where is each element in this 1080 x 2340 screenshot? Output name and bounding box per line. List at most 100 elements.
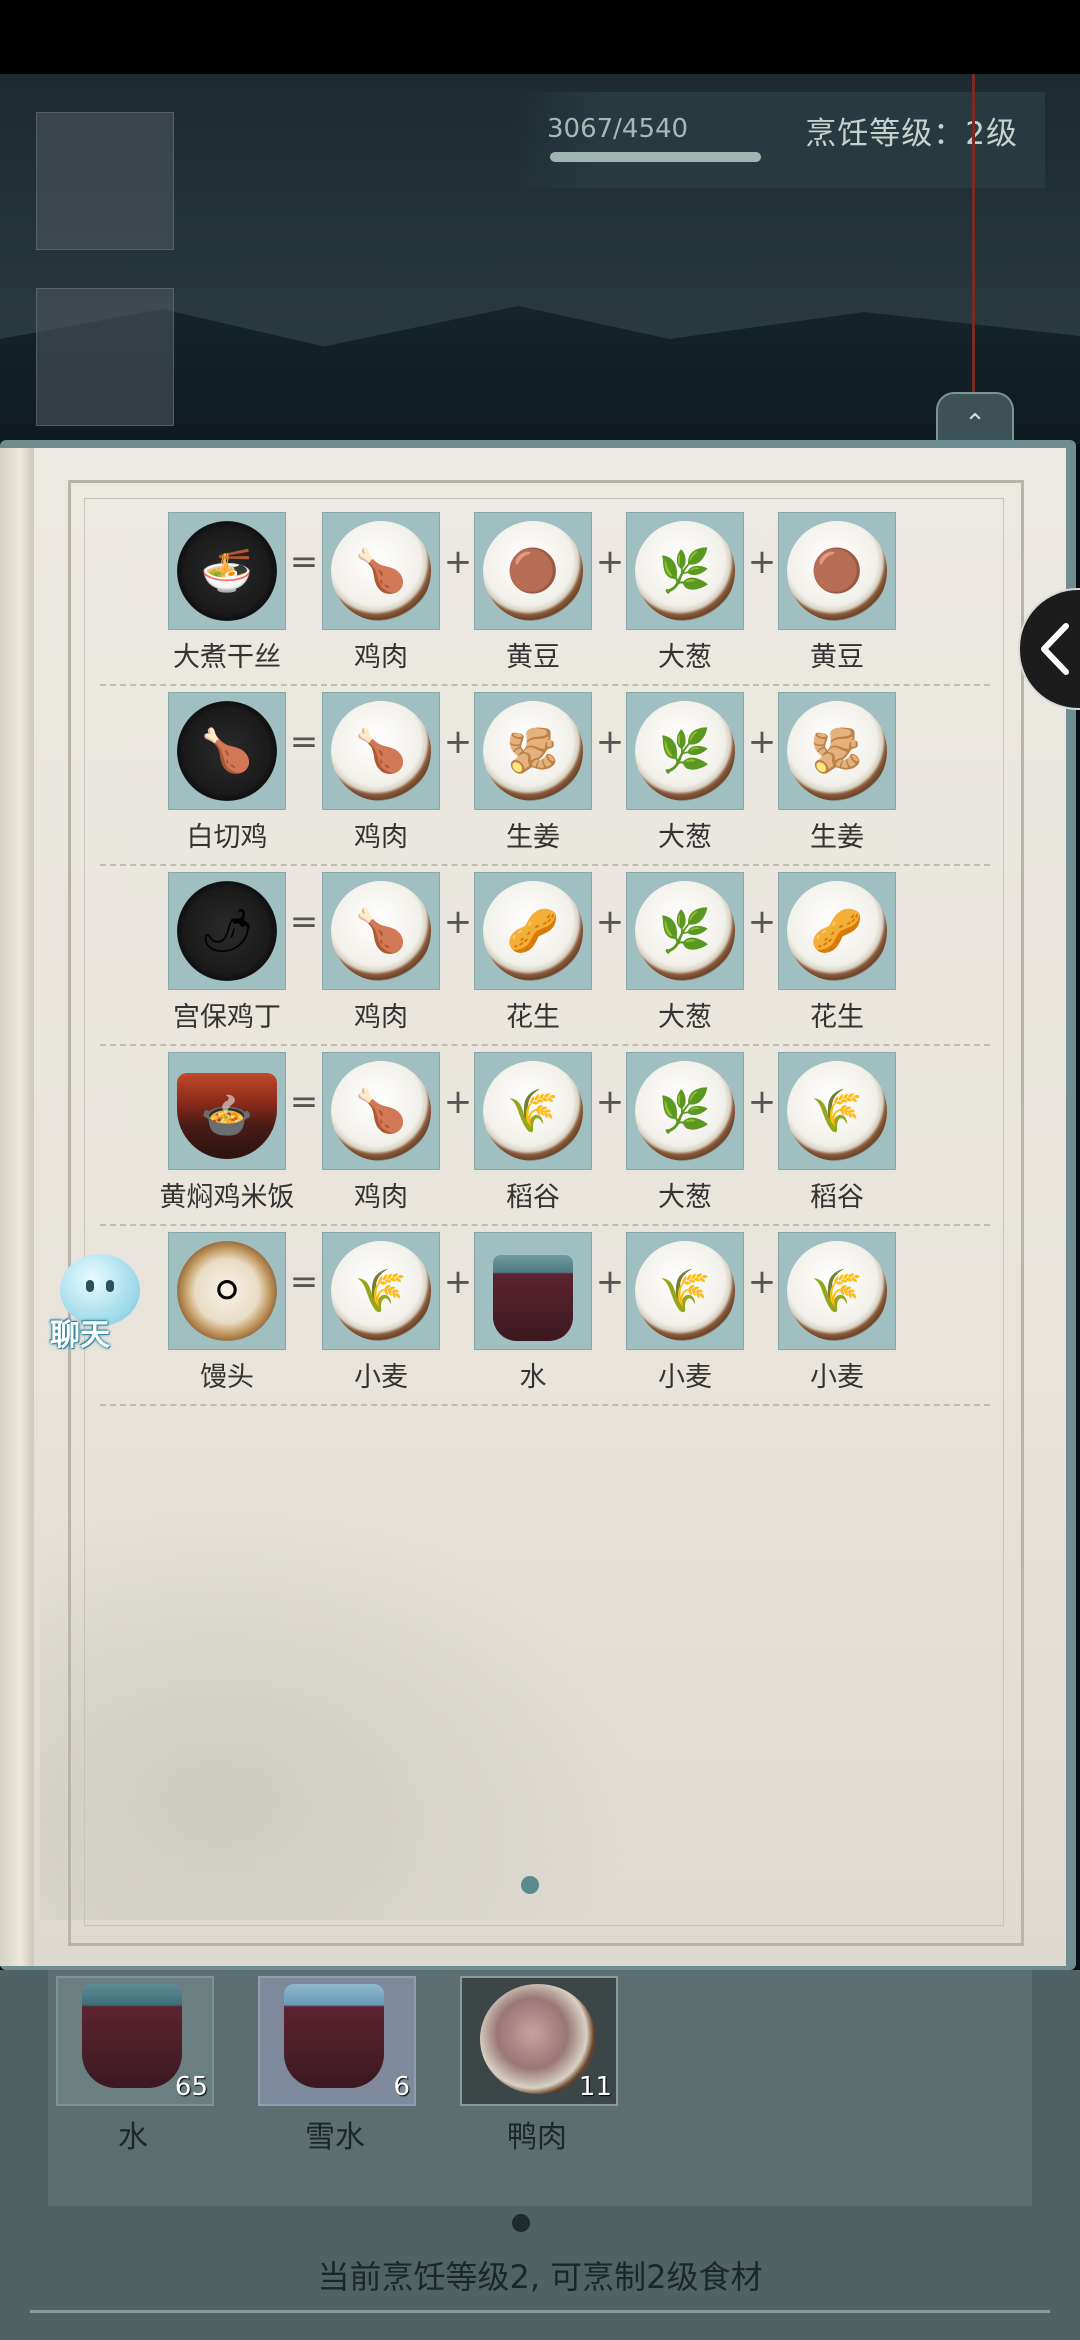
ingredient-name: 鸡肉 — [354, 1002, 408, 1033]
food-glyph: 🍗 — [354, 726, 408, 775]
ingredient-tile[interactable]: 🌾 小麦 — [322, 1232, 440, 1393]
plus-sign: + — [747, 722, 777, 762]
scallion-icon: 🌿 — [635, 881, 735, 981]
page-indicator-dot[interactable] — [521, 1876, 539, 1894]
water-bucket-icon — [82, 1984, 182, 2088]
recipe-dish-tile[interactable]: ⚪ 馒头 — [168, 1232, 286, 1393]
inventory-slot[interactable]: 6 — [258, 1976, 416, 2106]
plus-sign: + — [747, 1262, 777, 1302]
ingredient-name: 黄豆 — [810, 642, 864, 673]
kung-pao-chicken-icon: 🌶 — [177, 881, 277, 981]
ingredient-tile[interactable]: 🥜 花生 — [778, 872, 896, 1033]
dish-name: 宫保鸡丁 — [173, 1002, 281, 1033]
ingredient-name: 花生 — [506, 1002, 560, 1033]
food-glyph: 🌾 — [354, 1266, 408, 1315]
ingredient-tile[interactable]: 🍗 鸡肉 — [322, 872, 440, 1033]
dish-name: 黄焖鸡米饭 — [159, 1182, 295, 1213]
food-glyph: 🌿 — [658, 906, 712, 955]
ingredient-tile[interactable]: 🍗 鸡肉 — [322, 692, 440, 853]
food-glyph: 🍜 — [200, 546, 254, 595]
ingredient-name: 大葱 — [658, 1182, 712, 1213]
food-glyph: 🍗 — [200, 726, 254, 775]
ingredient-name: 花生 — [810, 1002, 864, 1033]
ingredient-tile[interactable]: 🥜 花生 — [474, 872, 592, 1033]
braised-chicken-rice-icon: 🍲 — [177, 1073, 277, 1159]
ingredient-tile[interactable]: 🌾 小麦 — [626, 1232, 744, 1393]
recipe-row[interactable]: 🌶 宫保鸡丁 🍗 鸡肉 🥜 花生 🌿 大葱 🥜 花生 = + + + — [100, 872, 1000, 1052]
recipe-dish-tile[interactable]: 🍜 大煮干丝 — [168, 512, 286, 673]
ingredient-tile[interactable]: 🌾 小麦 — [778, 1232, 896, 1393]
plus-sign: + — [443, 542, 473, 582]
peanut-icon: 🥜 — [787, 881, 887, 981]
wheat-icon: 🌾 — [787, 1241, 887, 1341]
recipe-dish-tile[interactable]: 🍗 白切鸡 — [168, 692, 286, 853]
dish-name: 馒头 — [200, 1362, 254, 1393]
food-glyph: 🟤 — [506, 546, 560, 595]
inventory-slot[interactable]: 11 — [460, 1976, 618, 2106]
ingredient-name: 稻谷 — [810, 1182, 864, 1213]
recipe-row[interactable]: 🍲 黄焖鸡米饭 🍗 鸡肉 🌾 稻谷 🌿 大葱 🌾 稻谷 = + + + — [100, 1052, 1000, 1232]
food-glyph: 🟤 — [810, 546, 864, 595]
row-divider — [100, 1224, 990, 1226]
chicken-meat-icon: 🍗 — [331, 1061, 431, 1161]
equals-sign: = — [289, 722, 319, 762]
recipe-row[interactable]: ⚪ 馒头 🌾 小麦 水 🌾 小麦 🌾 小麦 = + + + — [100, 1232, 1000, 1412]
chat-eye-right — [106, 1280, 114, 1292]
ingredient-tile[interactable]: 🍗 鸡肉 — [322, 1052, 440, 1213]
plus-sign: + — [443, 722, 473, 762]
ingredient-tile[interactable]: 🌾 稻谷 — [474, 1052, 592, 1213]
plus-sign: + — [443, 902, 473, 942]
hanging-cord — [972, 74, 975, 394]
xp-progress-bar — [550, 152, 862, 162]
recipe-dish-tile[interactable]: 🌶 宫保鸡丁 — [168, 872, 286, 1033]
inventory-item-name: 鸭肉 — [507, 2120, 567, 2155]
ingredient-tile[interactable]: 🫚 生姜 — [778, 692, 896, 853]
shredded-tofu-dish-icon: 🍜 — [177, 521, 277, 621]
ingredient-name: 小麦 — [810, 1362, 864, 1393]
plus-sign: + — [595, 542, 625, 582]
status-bar — [0, 0, 1080, 74]
ingredient-tile[interactable]: 🌿 大葱 — [626, 1052, 744, 1213]
chat-button[interactable]: 聊天 — [40, 1254, 150, 1353]
ingredient-tile[interactable]: 🟤 黄豆 — [474, 512, 592, 673]
top-slot-2[interactable] — [36, 288, 174, 426]
food-glyph: 🫚 — [506, 726, 560, 775]
ingredient-name: 水 — [519, 1362, 547, 1393]
recipe-row[interactable]: 🍜 大煮干丝 🍗 鸡肉 🟤 黄豆 🌿 大葱 🟤 黄豆 = + + + — [100, 512, 1000, 692]
recipe-dish-tile[interactable]: 🍲 黄焖鸡米饭 — [160, 1052, 295, 1213]
ingredient-tile[interactable]: 🌿 大葱 — [626, 692, 744, 853]
ingredient-tile[interactable]: 🫚 生姜 — [474, 692, 592, 853]
food-glyph: 🍗 — [354, 906, 408, 955]
ingredient-name: 大葱 — [658, 1002, 712, 1033]
food-glyph: 🍲 — [200, 1091, 254, 1140]
equals-sign: = — [289, 542, 319, 582]
plus-sign: + — [595, 1262, 625, 1302]
ingredient-name: 大葱 — [658, 822, 712, 853]
item-count: 11 — [578, 2072, 612, 2102]
ingredient-tile[interactable]: 🍗 鸡肉 — [322, 512, 440, 673]
ingredient-name: 大葱 — [658, 642, 712, 673]
scallion-icon: 🌿 — [635, 521, 735, 621]
inventory-slot[interactable]: 65 — [56, 1976, 214, 2106]
inventory-page-dot[interactable] — [512, 2214, 530, 2232]
soybean-icon: 🟤 — [483, 521, 583, 621]
plus-sign: + — [595, 902, 625, 942]
ingredient-tile[interactable]: 🌿 大葱 — [626, 512, 744, 673]
recipe-row[interactable]: 🍗 白切鸡 🍗 鸡肉 🫚 生姜 🌿 大葱 🫚 生姜 = + + + — [100, 692, 1000, 872]
food-glyph: 🌾 — [810, 1086, 864, 1135]
food-glyph: 🌿 — [658, 546, 712, 595]
plus-sign: + — [595, 1082, 625, 1122]
ingredient-name: 黄豆 — [506, 642, 560, 673]
rice-grain-icon: 🌾 — [483, 1061, 583, 1161]
ingredient-tile[interactable]: 🌿 大葱 — [626, 872, 744, 1033]
food-glyph: ⚪ — [209, 1266, 245, 1315]
ingredient-tile[interactable]: 水 — [474, 1232, 592, 1393]
wheat-icon: 🌾 — [331, 1241, 431, 1341]
food-glyph: 🫚 — [810, 726, 864, 775]
ingredient-tile[interactable]: 🟤 黄豆 — [778, 512, 896, 673]
top-slot-1[interactable] — [36, 112, 174, 250]
plus-sign: + — [747, 542, 777, 582]
ingredient-tile[interactable]: 🌾 稻谷 — [778, 1052, 896, 1213]
row-divider — [100, 864, 990, 866]
food-glyph: 🌾 — [810, 1266, 864, 1315]
